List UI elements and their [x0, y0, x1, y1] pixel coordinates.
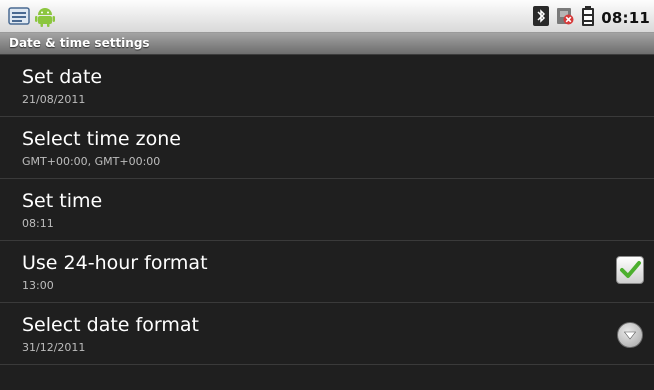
battery-icon	[581, 6, 595, 30]
setting-title: Select date format	[22, 314, 199, 336]
checkmark-icon	[620, 261, 641, 278]
android-icon	[34, 5, 56, 31]
setting-select-time-zone[interactable]: Select time zone GMT+00:00, GMT+00:00	[0, 117, 654, 179]
screen-title-bar: Date & time settings	[0, 33, 654, 55]
chevron-down-icon	[623, 331, 637, 340]
settings-list: Set date 21/08/2011 Select time zone GMT…	[0, 55, 654, 365]
setting-select-date-format[interactable]: Select date format 31/12/2011	[0, 303, 654, 365]
24-hour-format-checkbox[interactable]	[616, 256, 644, 284]
setting-set-time[interactable]: Set time 08:11	[0, 179, 654, 241]
setting-summary: GMT+00:00, GMT+00:00	[22, 155, 161, 168]
no-sim-icon	[555, 6, 575, 30]
status-clock: 08:11	[601, 9, 650, 27]
setting-title: Select time zone	[22, 128, 181, 150]
notification-list-icon	[8, 6, 30, 30]
setting-summary: 21/08/2011	[22, 93, 86, 106]
status-bar: 08:11	[0, 0, 654, 33]
date-format-dropdown[interactable]	[617, 322, 643, 348]
setting-summary: 08:11	[22, 217, 54, 230]
bluetooth-icon	[533, 6, 550, 30]
setting-set-date[interactable]: Set date 21/08/2011	[0, 55, 654, 117]
setting-use-24-hour-format[interactable]: Use 24-hour format 13:00	[0, 241, 654, 303]
setting-title: Set time	[22, 190, 103, 212]
setting-summary: 13:00	[22, 279, 54, 292]
setting-title: Set date	[22, 66, 103, 88]
setting-summary: 31/12/2011	[22, 341, 86, 354]
page-title: Date & time settings	[9, 36, 150, 50]
setting-title: Use 24-hour format	[22, 252, 208, 274]
